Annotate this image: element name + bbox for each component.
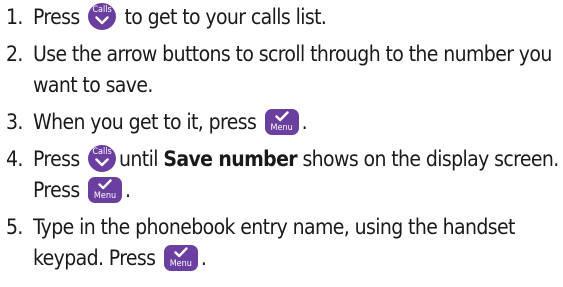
step-text-before: Press bbox=[33, 5, 86, 29]
calls-key-icon: Calls bbox=[88, 145, 117, 172]
step-text-bold: Save number bbox=[163, 147, 298, 171]
calls-key-label: Calls bbox=[92, 147, 112, 157]
step-text-before: Type in the phonebook entry name, using … bbox=[33, 215, 515, 270]
step-2: 2. Use the arrow buttons to scroll throu… bbox=[6, 39, 562, 101]
checkmark-icon bbox=[98, 179, 112, 190]
menu-key-icon: Menu bbox=[88, 177, 123, 203]
step-number: 3. bbox=[6, 110, 23, 134]
step-text: Press Calls until Save number shows on th… bbox=[33, 144, 562, 206]
step-text-before: Press bbox=[33, 147, 86, 171]
step-text-before: When you get to it, press bbox=[33, 110, 262, 134]
step-number: 1. bbox=[6, 5, 23, 29]
step-4: 4. Press Calls until Save number shows on… bbox=[6, 144, 562, 206]
step-number: 5. bbox=[6, 215, 23, 239]
checkmark-icon bbox=[274, 111, 289, 122]
step-3: 3. When you get to it, press Menu. bbox=[6, 107, 562, 138]
step-text-after: to get to your calls list. bbox=[119, 5, 327, 29]
step-5: 5. Type in the phonebook entry name, usi… bbox=[6, 212, 562, 274]
step-text: When you get to it, press Menu. bbox=[33, 107, 562, 138]
step-text-middle: until bbox=[119, 147, 164, 171]
instruction-steps: 1. Press Calls to get to your calls list… bbox=[6, 2, 562, 280]
menu-key-icon: Menu bbox=[264, 109, 299, 135]
step-text: Press Calls to get to your calls list. bbox=[33, 2, 562, 33]
step-text-after: . bbox=[125, 178, 131, 202]
step-text-after: . bbox=[200, 246, 207, 270]
menu-key-label: Menu bbox=[169, 259, 192, 269]
calls-key-label: Calls bbox=[92, 5, 112, 15]
chevron-down-icon bbox=[95, 158, 109, 167]
checkmark-icon bbox=[174, 247, 188, 258]
step-text-after: . bbox=[301, 110, 308, 134]
step-number: 4. bbox=[6, 147, 23, 171]
menu-key-label: Menu bbox=[270, 123, 293, 133]
menu-key-label: Menu bbox=[93, 191, 117, 201]
step-text: Type in the phonebook entry name, using … bbox=[33, 212, 562, 274]
step-1: 1. Press Calls to get to your calls list… bbox=[6, 2, 562, 33]
menu-key-icon: Menu bbox=[163, 245, 198, 271]
step-text: Use the arrow buttons to scroll through … bbox=[33, 42, 552, 97]
calls-key-icon: Calls bbox=[88, 3, 117, 30]
chevron-down-icon bbox=[95, 16, 109, 25]
step-number: 2. bbox=[6, 42, 23, 66]
